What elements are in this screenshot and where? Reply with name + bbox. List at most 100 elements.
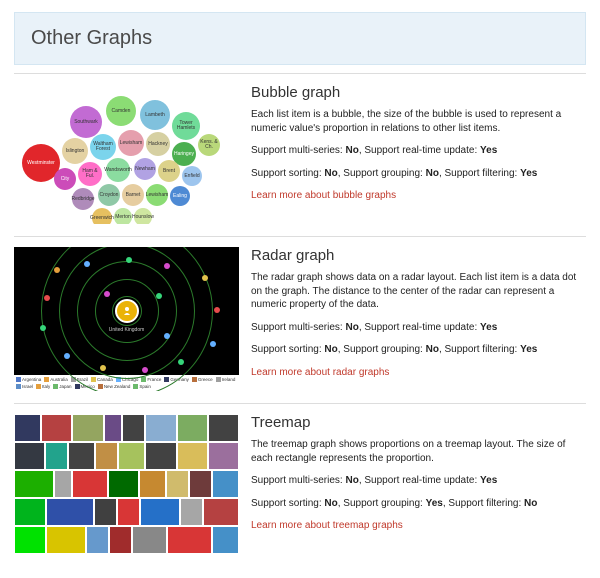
feature-line-2: Support sorting: No, Support grouping: Y… (251, 497, 586, 511)
radar-dot (126, 257, 132, 263)
treemap-cell (72, 414, 103, 442)
treemap-cell (145, 442, 176, 470)
bubble-item: Ealing (170, 186, 190, 206)
section-description: The treemap graph shows proportions on a… (251, 438, 586, 465)
legend-item: Italy (36, 384, 50, 389)
feature-line-2: Support sorting: No, Support grouping: N… (251, 167, 586, 181)
learn-more-treemap[interactable]: Learn more about treemap graphs (251, 520, 403, 531)
section-title: Radar graph (251, 247, 586, 264)
treemap-cell (104, 414, 123, 442)
radar-dot (156, 293, 162, 299)
radar-dot (202, 275, 208, 281)
radar-graph-info: Radar graph The radar graph shows data o… (251, 247, 586, 391)
treemap-cell (189, 470, 212, 498)
bubble-item: Barnet (122, 184, 144, 206)
page: Other Graphs WestminsterSouthwarkCamdenL… (0, 0, 600, 578)
treemap-cell (14, 498, 46, 526)
bubble-item: Ham & Ful. (78, 162, 102, 186)
treemap-cell (54, 470, 73, 498)
treemap-cell (94, 498, 117, 526)
radar-dot (164, 333, 170, 339)
radar-dot (210, 341, 216, 347)
section-bubble-graph: WestminsterSouthwarkCamdenLambethTower H… (14, 73, 586, 236)
bubble-graph-info: Bubble graph Each list item is a bubble,… (251, 84, 586, 224)
treemap-cell (212, 526, 239, 554)
feature-line-1: Support multi-series: No, Support real-t… (251, 321, 586, 335)
treemap-row (14, 414, 239, 442)
radar-dot (164, 263, 170, 269)
page-title: Other Graphs (31, 27, 569, 50)
treemap-cell (117, 498, 140, 526)
treemap-cell (122, 414, 145, 442)
radar-dot (214, 307, 220, 313)
treemap-cell (95, 442, 118, 470)
radar-center-label: United Kingdom (109, 327, 145, 333)
legend-item: Australia (44, 377, 68, 382)
treemap-cell (109, 526, 132, 554)
treemap-cell (208, 414, 239, 442)
radar-dot (54, 267, 60, 273)
radar-dot (40, 325, 46, 331)
treemap-cell (177, 442, 208, 470)
bubble-graph-thumbnail: WestminsterSouthwarkCamdenLambethTower H… (14, 84, 239, 224)
treemap-cell (68, 442, 95, 470)
bubble-item: Brent (158, 160, 180, 182)
treemap-cell (212, 470, 239, 498)
bubble-item: Croydon (98, 184, 120, 206)
treemap-cell (14, 442, 45, 470)
section-title: Treemap (251, 414, 586, 431)
treemap-info: Treemap The treemap graph shows proporti… (251, 414, 586, 554)
treemap-row (14, 442, 239, 470)
treemap-row (14, 498, 239, 526)
bubble-item: Lewisham (118, 130, 144, 156)
bubble-item: Camden (106, 96, 136, 126)
treemap-cell (45, 442, 68, 470)
legend-item: Japan (53, 384, 71, 389)
treemap-row (14, 470, 239, 498)
bubble-item: Lewisham (146, 184, 168, 206)
radar-dot (104, 291, 110, 297)
treemap-cell (177, 414, 208, 442)
treemap-cell (208, 442, 239, 470)
bubble-item: Waltham Forest (90, 134, 116, 160)
bubble-item: Greenwich (92, 208, 112, 224)
section-description: Each list item is a bubble, the size of … (251, 108, 586, 135)
treemap-cell (139, 470, 166, 498)
section-treemap: Treemap The treemap graph shows proporti… (14, 403, 586, 566)
legend-item: Ireland (216, 377, 236, 382)
treemap-cell (145, 414, 176, 442)
section-description: The radar graph shows data on a radar la… (251, 271, 586, 312)
bubble-item: Kens. & Ch. (198, 134, 220, 156)
bubble-item: Merton (114, 208, 132, 224)
legend-item: Greece (192, 377, 213, 382)
radar-dot (44, 295, 50, 301)
radar-dot (84, 261, 90, 267)
treemap-cell (41, 414, 72, 442)
feature-line-2: Support sorting: No, Support grouping: N… (251, 343, 586, 357)
bubble-item: Wandsworth (106, 158, 130, 182)
learn-more-bubble[interactable]: Learn more about bubble graphs (251, 190, 396, 201)
bubble-item: Southwark (70, 106, 102, 138)
bubble-item: Enfield (182, 166, 202, 186)
radar-dot (100, 365, 106, 371)
legend-item: Israel (16, 384, 33, 389)
treemap-cell (46, 498, 94, 526)
section-radar-graph: United Kingdom ArgentinaAustraliaBrazilC… (14, 236, 586, 403)
radar-dot (142, 367, 148, 373)
page-header: Other Graphs (14, 12, 586, 65)
treemap-cell (86, 526, 109, 554)
treemap-cell (132, 526, 168, 554)
treemap-cell (46, 526, 86, 554)
treemap-cell (167, 526, 211, 554)
treemap-cell (72, 470, 107, 498)
bubble-item: Hackney (146, 132, 170, 156)
treemap-cell (203, 498, 239, 526)
radar-dot (64, 353, 70, 359)
learn-more-radar[interactable]: Learn more about radar graphs (251, 367, 389, 378)
radar-dot (178, 359, 184, 365)
treemap-cell (108, 470, 139, 498)
treemap-cell (14, 526, 46, 554)
treemap-cell (180, 498, 203, 526)
treemap-cell (14, 414, 41, 442)
bubble-item: Redbridge (72, 188, 94, 210)
